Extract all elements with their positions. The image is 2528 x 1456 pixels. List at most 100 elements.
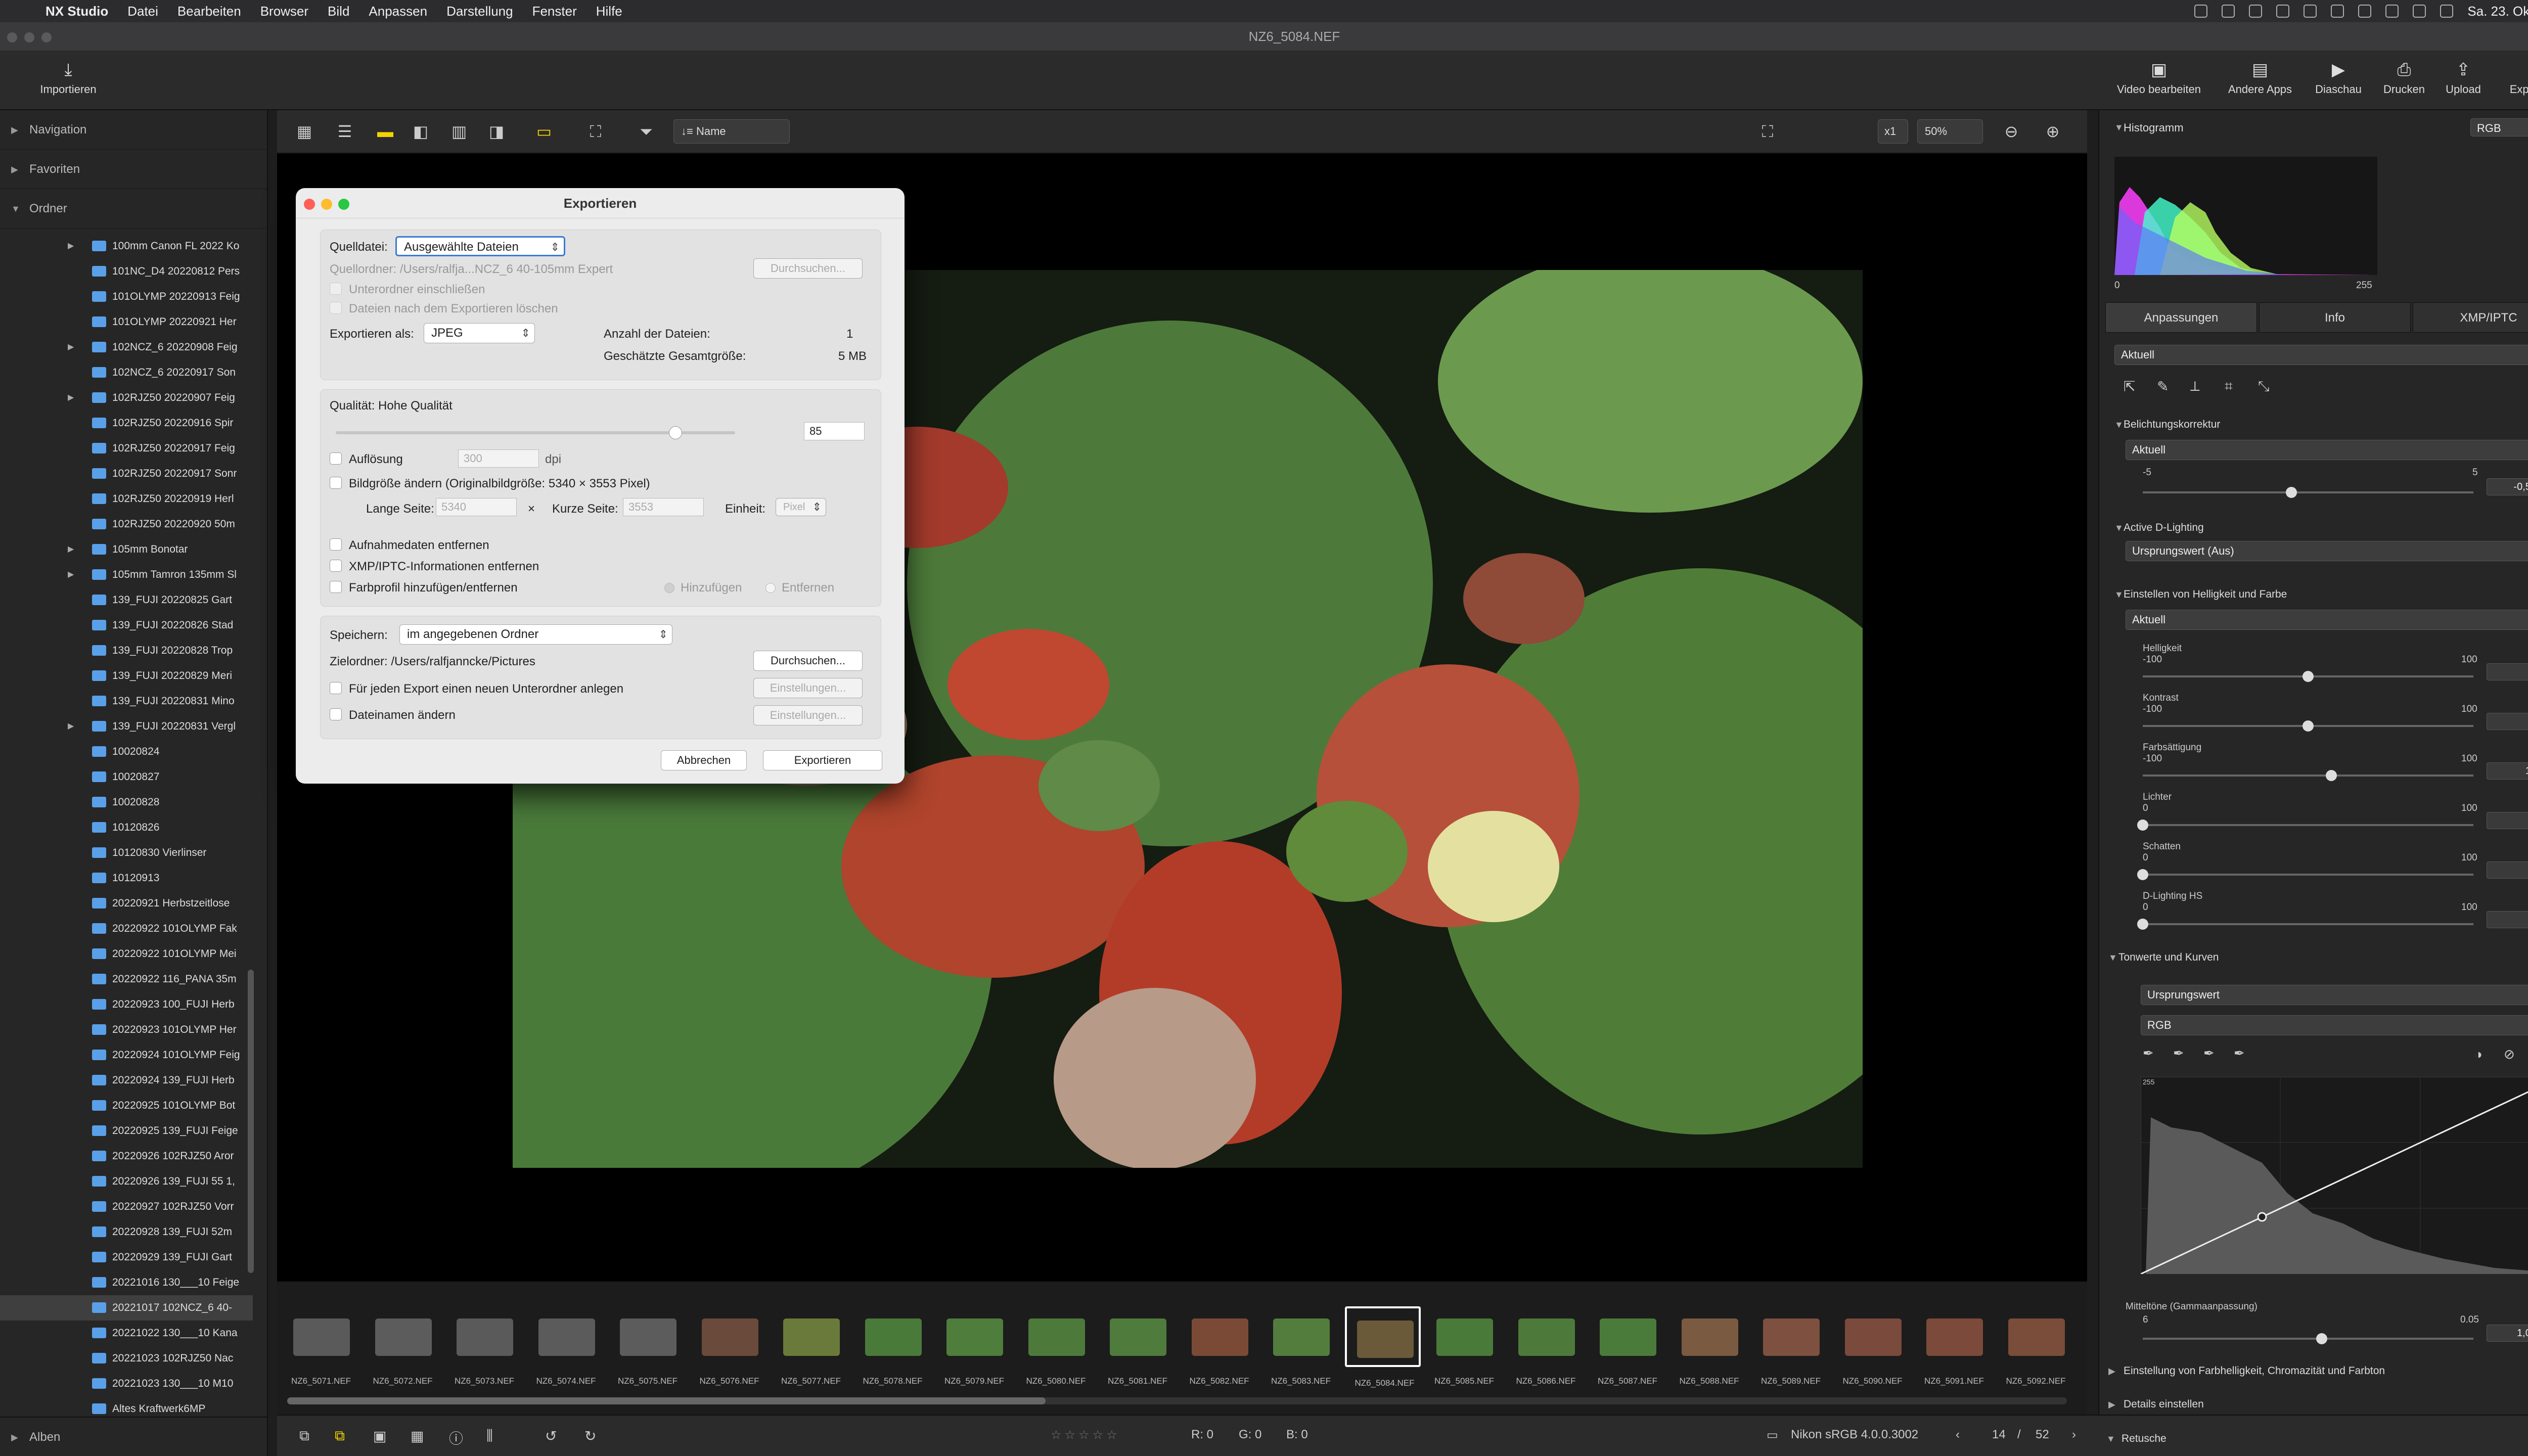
folder-item[interactable]: ▶ 102NCZ_6 20220908 Feig — [0, 335, 253, 360]
folder-item[interactable]: 10120913 — [0, 866, 253, 891]
folder-item[interactable]: ▶ 102RJZ50 20220907 Feig — [0, 385, 253, 411]
filmstrip-thumbnail[interactable]: NZ6_5072.NEF — [365, 1306, 441, 1386]
filmstrip-thumbnail[interactable]: NZ6_5076.NEF — [692, 1306, 768, 1386]
gamma-slider-track[interactable] — [2143, 1338, 2473, 1340]
folder-item[interactable]: 20220924 139_FUJI Herb — [0, 1068, 253, 1093]
zoom-in-icon[interactable]: ⊕ — [2043, 121, 2063, 142]
filmstrip-thumbnail[interactable]: NZ6_5087.NEF — [1590, 1306, 1665, 1386]
folder-item[interactable]: 20220929 139_FUJI Gart — [0, 1245, 253, 1270]
resolution-checkbox[interactable] — [330, 452, 342, 465]
menu-app[interactable]: NX Studio — [46, 4, 108, 19]
unit-select[interactable]: Pixel — [776, 498, 826, 516]
export-toolbar-button[interactable]: ⇗ Exportieren — [2503, 60, 2528, 96]
eject-icon[interactable] — [2304, 5, 2317, 18]
filmstrip-thumbnail[interactable]: NZ6_5075.NEF — [610, 1306, 686, 1386]
slider-knob[interactable] — [2303, 671, 2314, 682]
adl-preset-select[interactable]: Ursprungswert (Aus) — [2126, 541, 2528, 561]
folder-item[interactable]: 20220926 102RJZ50 Aror — [0, 1144, 253, 1169]
albums-section[interactable]: Alben — [0, 1417, 268, 1456]
quality-slider-knob[interactable] — [668, 426, 682, 439]
tab-xmp-iptc[interactable]: XMP/IPTC — [2413, 302, 2528, 333]
filmstrip-thumbnail[interactable]: NZ6_5074.NEF — [528, 1306, 604, 1386]
slider-track[interactable] — [2143, 923, 2473, 925]
list-view-icon[interactable]: ☰ — [335, 121, 355, 142]
color-section-title[interactable]: Einstellung von Farbhelligkeit, Chromazi… — [2124, 1365, 2385, 1377]
details-section-expand-icon[interactable]: ▶ — [2108, 1399, 2115, 1410]
grid-view-icon[interactable]: ▦ — [294, 121, 314, 142]
folder-item[interactable]: 102RJZ50 20220917 Sonr — [0, 461, 253, 486]
browse-source-button[interactable]: Durchsuchen... — [753, 258, 863, 279]
navigation-section[interactable]: Navigation — [0, 110, 267, 150]
linear-curve-icon[interactable]: ⊘ — [2504, 1046, 2515, 1062]
expand-arrow-icon[interactable]: ▶ — [68, 714, 74, 739]
slider-value[interactable]: 0 — [2487, 812, 2528, 829]
rotate-left-icon[interactable]: ↺ — [545, 1428, 557, 1444]
minimize-window-button[interactable] — [24, 32, 34, 42]
dialog-close-button[interactable] — [304, 199, 315, 210]
slider-value[interactable]: 0 — [2487, 713, 2528, 730]
folder-item[interactable]: 102RJZ50 20220919 Herl — [0, 486, 253, 512]
zoom-x1-button[interactable]: x1 — [1878, 119, 1908, 144]
slider-knob[interactable] — [2325, 770, 2337, 781]
white-point-eyedropper-icon[interactable]: ✒ — [2203, 1045, 2215, 1061]
filmstrip-thumbnail[interactable]: NZ6_5085.NEF — [1426, 1306, 1502, 1386]
folder-item[interactable]: 139_FUJI 20220828 Trop — [0, 638, 253, 663]
zoom-out-icon[interactable]: ⊖ — [2001, 121, 2021, 142]
gamma-value[interactable]: 1,00 — [2487, 1325, 2528, 1342]
import-button[interactable]: ⤓ Importieren — [35, 60, 101, 96]
curves-collapse-icon[interactable]: ▼ — [2108, 952, 2117, 963]
slider-value[interactable]: 0 — [2487, 663, 2528, 680]
folder-item[interactable]: 20221016 130___10 Feige — [0, 1270, 253, 1295]
folder-item[interactable]: 139_FUJI 20220829 Meri — [0, 663, 253, 689]
upload-button[interactable]: ⇪ Upload — [2438, 60, 2489, 96]
short-side-input[interactable]: 3553 — [623, 498, 704, 516]
histogram-channel-select[interactable]: RGB — [2470, 118, 2528, 136]
resolution-input[interactable]: 300 — [458, 449, 539, 468]
slider-value[interactable]: 0 — [2487, 911, 2528, 928]
brightness-preset-select[interactable]: Aktuell — [2126, 610, 2528, 630]
filmstrip-thumbnail[interactable]: NZ6_5092.NEF — [1998, 1306, 2074, 1386]
folder-item[interactable]: 20220927 102RJZ50 Vorr — [0, 1194, 253, 1219]
folder-scrollbar[interactable] — [248, 970, 254, 1273]
filmstrip-thumbnail[interactable]: NZ6_5083.NEF — [1263, 1306, 1339, 1386]
histogram-icon[interactable]: ⫼ — [486, 1428, 493, 1444]
rename-settings-button[interactable]: Einstellungen... — [753, 705, 863, 725]
dialog-zoom-button[interactable] — [338, 199, 349, 210]
folder-item[interactable]: 139_FUJI 20220831 Mino — [0, 689, 253, 714]
gamma-slider-knob[interactable] — [2316, 1333, 2327, 1344]
folder-item[interactable]: 20220922 101OLYMP Mei — [0, 941, 253, 967]
menu-hilfe[interactable]: Hilfe — [596, 4, 622, 19]
folder-item[interactable]: 10020828 — [0, 790, 253, 815]
filmstrip-thumbnail[interactable]: NZ6_5073.NEF — [446, 1306, 522, 1386]
brightness-collapse-icon[interactable]: ▼ — [2114, 589, 2124, 600]
quality-value-input[interactable]: 85 — [804, 422, 865, 440]
cancel-button[interactable]: Abbrechen — [661, 750, 747, 770]
auto-contrast-icon[interactable]: ◑ — [2474, 1046, 2482, 1062]
zoom-window-button[interactable] — [41, 32, 52, 42]
folder-item[interactable]: 101NC_D4 20220812 Pers — [0, 259, 253, 284]
folder-item[interactable]: 20221022 130___10 Kana — [0, 1321, 253, 1346]
folder-item[interactable]: 10020824 — [0, 739, 253, 764]
add-anchor-eyedropper-icon[interactable]: ✒ — [2234, 1045, 2245, 1061]
folder-item[interactable]: 20220923 100_FUJI Herb — [0, 992, 253, 1017]
fullscreen-icon[interactable]: ⛶ — [585, 121, 606, 142]
perspective-icon[interactable]: ⤡ — [2258, 378, 2269, 395]
filmstrip-thumbnail[interactable]: NZ6_5077.NEF — [773, 1306, 849, 1386]
gray-point-eyedropper-icon[interactable]: ✒ — [2173, 1045, 2184, 1061]
resize-checkbox[interactable] — [330, 477, 342, 489]
slider-track[interactable] — [2143, 874, 2473, 876]
slideshow-button[interactable]: ▶ Diaschau — [2308, 60, 2369, 96]
folder-item[interactable]: 101OLYMP 20220913 Feig — [0, 284, 253, 309]
adl-collapse-icon[interactable]: ▼ — [2114, 523, 2124, 533]
export-confirm-button[interactable]: Exportieren — [763, 750, 882, 770]
volume-icon[interactable] — [2276, 5, 2290, 18]
close-window-button[interactable] — [7, 32, 17, 42]
expand-arrow-icon[interactable]: ▶ — [68, 537, 74, 562]
browse-target-button[interactable]: Durchsuchen... — [753, 651, 863, 671]
long-side-input[interactable]: 5340 — [436, 498, 517, 516]
expand-arrow-icon[interactable]: ▶ — [68, 335, 74, 360]
source-select[interactable]: Ausgewählte Dateien — [395, 236, 565, 257]
menu-anpassen[interactable]: Anpassen — [369, 4, 427, 19]
zoom-select[interactable]: 50% — [1917, 119, 1983, 144]
details-section-title[interactable]: Details einstellen — [2124, 1398, 2204, 1410]
